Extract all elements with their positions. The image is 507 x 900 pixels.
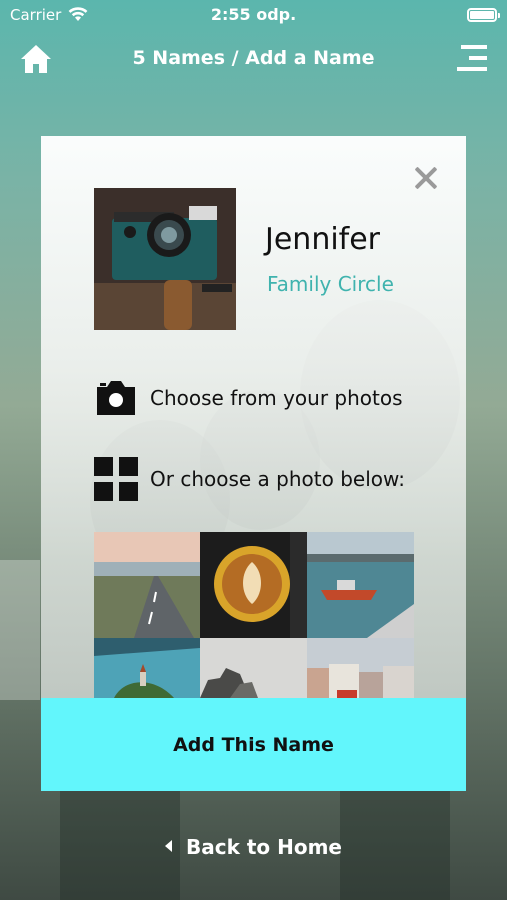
menu-icon[interactable] — [457, 44, 487, 72]
battery-icon — [467, 8, 500, 22]
lake-church-photo[interactable] — [94, 638, 200, 698]
rocks-photo[interactable] — [200, 638, 307, 698]
page-title: 5 Names / Add a Name — [132, 47, 375, 69]
status-time: 2:55 odp. — [210, 5, 297, 24]
choose-photo-below-label: Or choose a photo below: — [150, 467, 405, 491]
circle-label[interactable]: Family Circle — [267, 272, 394, 296]
choose-from-photos-button[interactable]: Choose from your photos — [94, 378, 403, 418]
camera-icon — [97, 381, 135, 415]
back-to-home-label: Back to Home — [185, 835, 342, 859]
name-text: Jennifer — [265, 222, 381, 257]
road-photo[interactable] — [94, 532, 200, 638]
back-to-home-link[interactable]: Back to Home — [0, 835, 507, 859]
nav-bar: 5 Names / Add a Name — [0, 30, 507, 88]
add-name-card: Jennifer Family Circle Choose from your … — [41, 136, 466, 791]
coffee-photo[interactable] — [200, 532, 307, 638]
photo-grid — [94, 532, 414, 698]
boat-photo[interactable] — [307, 532, 414, 638]
back-arrow-icon — [164, 840, 172, 852]
add-this-name-button[interactable]: Add This Name — [41, 698, 466, 791]
status-bar: Carrier 2:55 odp. — [0, 0, 507, 30]
choose-from-photos-label: Choose from your photos — [150, 386, 403, 410]
camera-photo — [94, 188, 236, 330]
grid-icon — [94, 457, 138, 501]
choose-photo-below-label-row: Or choose a photo below: — [94, 457, 405, 501]
selected-photo — [94, 188, 236, 330]
city-photo[interactable] — [307, 638, 414, 698]
close-icon[interactable] — [414, 166, 438, 190]
